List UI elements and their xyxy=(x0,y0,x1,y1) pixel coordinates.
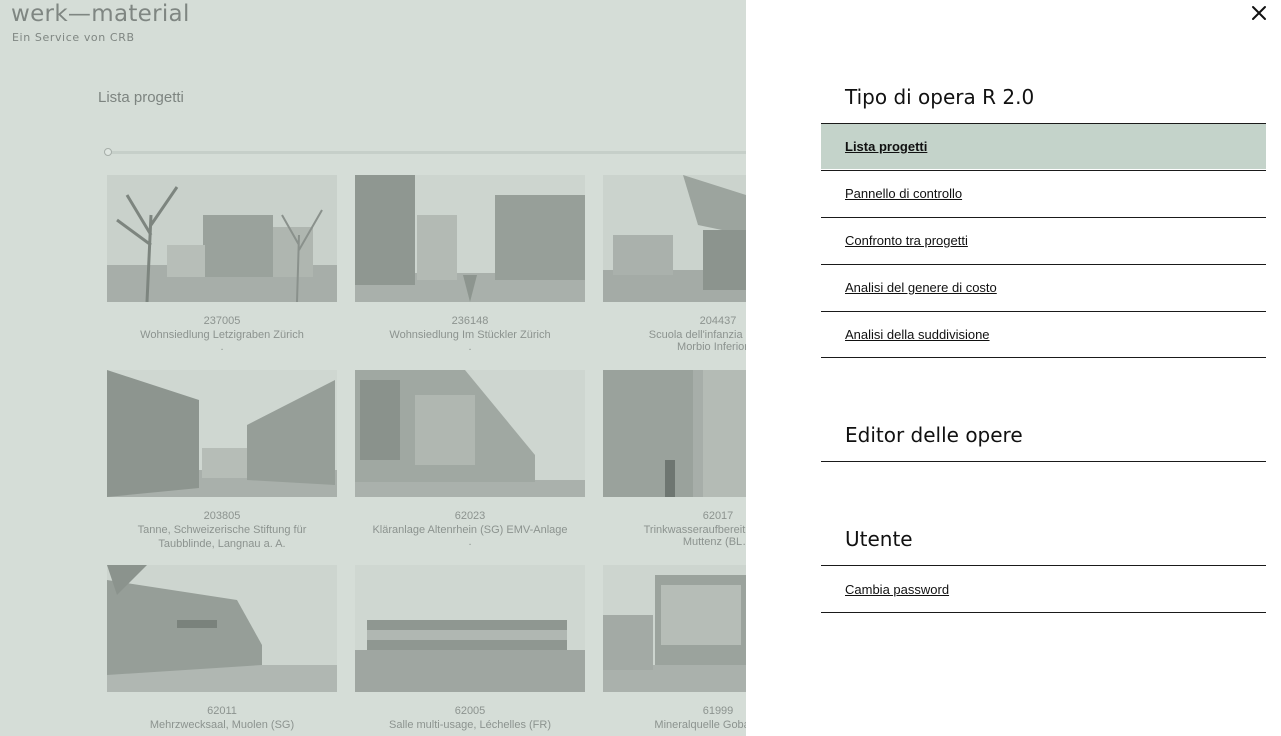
project-card[interactable]: 203805 Tanne, Schweizerische Stiftung fü… xyxy=(107,370,337,551)
project-card[interactable]: 62023 Kläranlage Altenrhein (SG) EMV-Anl… xyxy=(355,370,585,548)
project-number: 203805 xyxy=(203,510,241,522)
project-number: 62023 xyxy=(454,510,486,522)
project-number: 62011 xyxy=(207,705,237,717)
project-image xyxy=(355,565,585,692)
project-location: . xyxy=(468,341,472,353)
project-image xyxy=(603,370,746,497)
divider xyxy=(821,461,1266,462)
background-page: werk—material Ein Service von CRB Lista … xyxy=(0,0,746,736)
menu-item-label: Lista progetti xyxy=(845,139,928,154)
filter-slider-track[interactable] xyxy=(107,151,746,154)
menu-item-analisi-suddivisione[interactable]: Analisi della suddivisione xyxy=(821,312,1266,357)
project-number: 204437 xyxy=(699,315,737,327)
menu-item-label: Confronto tra progetti xyxy=(845,233,968,248)
menu-section-title-editor-delle-opere[interactable]: Editor delle opere xyxy=(845,423,1023,447)
menu-item-confronto-tra-progetti[interactable]: Confronto tra progetti xyxy=(821,218,1266,263)
project-number: 237005 xyxy=(203,315,241,327)
project-image xyxy=(107,565,337,692)
project-name: Wohnsiedlung Im Stückler Zürich xyxy=(389,329,551,341)
project-card[interactable]: 62011 Mehrzwecksaal, Muolen (SG) xyxy=(107,565,337,732)
project-image xyxy=(603,565,746,692)
menu-item-label: Analisi della suddivisione xyxy=(845,327,990,342)
project-card[interactable]: 61999 Mineralquelle Goba, Go… xyxy=(603,565,746,732)
menu-item-analisi-genere-di-costo[interactable]: Analisi del genere di costo xyxy=(821,265,1266,310)
close-menu-button[interactable] xyxy=(1249,3,1269,23)
menu-item-cambia-password[interactable]: Cambia password xyxy=(821,567,1266,612)
project-image xyxy=(603,175,746,302)
project-number: 62017 xyxy=(702,510,734,522)
divider xyxy=(821,612,1266,613)
project-number: 62005 xyxy=(454,705,486,717)
project-name: Mehrzwecksaal, Muolen (SG) xyxy=(149,719,295,731)
project-number: 61999 xyxy=(702,705,734,717)
menu-item-pannello-di-controllo[interactable]: Pannello di controllo xyxy=(821,171,1266,216)
project-number: 236148 xyxy=(451,315,489,327)
filter-slider-handle[interactable] xyxy=(104,148,112,156)
project-name: Kläranlage Altenrhein (SG) EMV-Anlage xyxy=(372,524,568,536)
project-location: Morbio Inferior… xyxy=(677,341,746,353)
project-location: . xyxy=(468,536,472,548)
project-name: Mineralquelle Goba, Go… xyxy=(654,719,746,731)
project-card[interactable]: 237005 Wohnsiedlung Letzigraben Zürich . xyxy=(107,175,337,353)
project-name: Tanne, Schweizerische Stiftung für Taubb… xyxy=(137,524,307,550)
side-menu: Tipo di opera R 2.0 Lista progetti Panne… xyxy=(746,0,1281,736)
page-title: Lista progetti xyxy=(98,89,184,106)
project-name: Salle multi-usage, Léchelles (FR) xyxy=(388,719,551,731)
menu-item-lista-progetti[interactable]: Lista progetti xyxy=(821,124,1266,169)
project-card[interactable]: 62017 Trinkwasseraufbereitungsan… Mutten… xyxy=(603,370,746,548)
logo-subtitle: Ein Service von CRB xyxy=(12,31,135,44)
menu-section-title-tipo-di-opera: Tipo di opera R 2.0 xyxy=(845,85,1035,109)
project-location: . xyxy=(220,341,224,353)
project-card[interactable]: 204437 Scuola dell'infanzia e Piaz… Morb… xyxy=(603,175,746,353)
logo-title[interactable]: werk—material xyxy=(11,1,190,27)
project-image xyxy=(355,175,585,302)
menu-section-title-utente: Utente xyxy=(845,527,913,551)
divider xyxy=(821,357,1266,358)
project-image xyxy=(107,175,337,302)
project-image xyxy=(107,370,337,497)
project-name: Scuola dell'infanzia e Piaz… xyxy=(648,329,746,341)
close-icon xyxy=(1252,6,1266,20)
menu-item-label: Analisi del genere di costo xyxy=(845,280,997,295)
divider xyxy=(821,565,1266,566)
menu-item-label: Cambia password xyxy=(845,582,950,597)
project-card[interactable]: 62005 Salle multi-usage, Léchelles (FR) xyxy=(355,565,585,732)
project-image xyxy=(355,370,585,497)
project-location: Muttenz (BL… xyxy=(682,536,746,548)
menu-item-label: Pannello di controllo xyxy=(845,186,963,201)
project-name: Trinkwasseraufbereitungsan… xyxy=(643,524,746,536)
project-card[interactable]: 236148 Wohnsiedlung Im Stückler Zürich . xyxy=(355,175,585,353)
project-name: Wohnsiedlung Letzigraben Zürich xyxy=(140,329,304,341)
